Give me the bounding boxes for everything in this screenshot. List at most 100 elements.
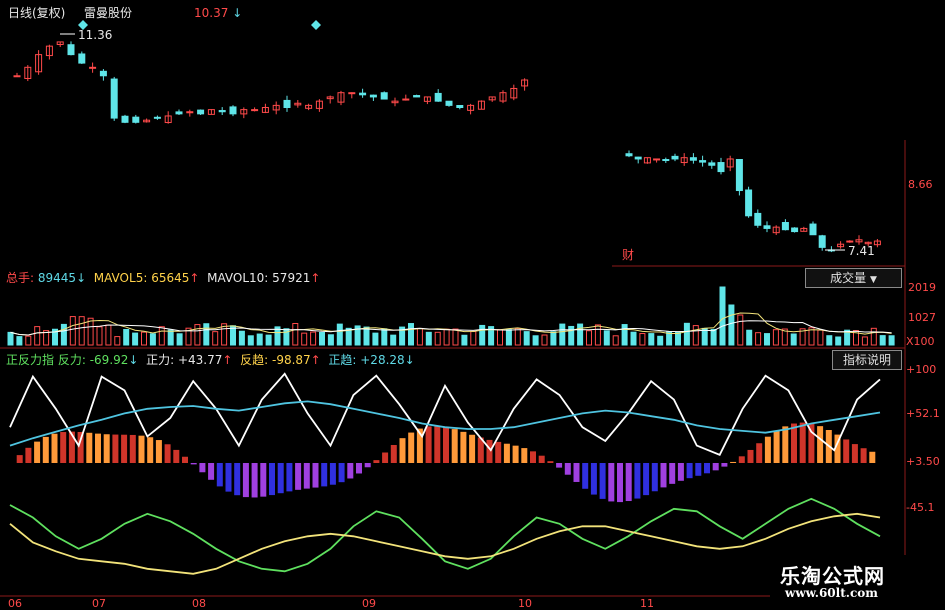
price-marker-label: 10.37 ↓ [194,6,243,20]
volume-bar [167,329,174,346]
histogram-bar [677,463,684,481]
volume-bar [425,331,432,346]
indicator-help-button[interactable]: 指标说明 [832,350,902,370]
volume-tick-label: 1027 [908,311,936,324]
candle-body [689,157,697,161]
candle-body [735,159,743,192]
histogram-bar [434,425,441,463]
histogram-bar [617,463,623,503]
volume-bar [319,332,325,346]
volume-bar [381,328,388,346]
histogram-bar [199,463,206,473]
volume-bar [132,332,139,346]
candle-body [369,94,377,98]
histogram-bar [225,463,232,492]
histogram-bar [704,463,710,474]
histogram-bar [573,463,580,482]
volume-bar [683,322,690,346]
histogram-bar [843,439,850,463]
candle-body [229,106,237,115]
date-tick-label: 11 [640,597,654,610]
histogram-bar [216,463,223,487]
histogram-bar [747,449,754,463]
histogram-bar [773,430,780,463]
candle-body [699,160,707,163]
histogram-bar [277,463,284,494]
candle-body [175,111,183,115]
histogram-bar [242,463,249,498]
candle-body [809,223,817,236]
histogram-bar [791,423,797,463]
histogram-bar [86,432,93,463]
candle-body [653,158,661,161]
volume-bar [746,329,753,346]
volume-bar [505,329,512,346]
histogram-bar [51,433,58,463]
volume-bar [336,323,343,346]
histogram-bar [564,463,571,475]
histogram-bar [234,463,241,496]
volume-bar [835,336,842,346]
histogram-bar [486,439,493,463]
histogram-bar [443,426,449,463]
volume-bar [363,326,370,346]
low-price-label: 7.41 [848,244,875,258]
volume-bar [568,325,575,346]
date-tick-label: 06 [8,597,22,610]
histogram-bar [730,461,737,463]
indicator-tick-label: +100 [906,363,937,376]
blank-area-mid-left [0,140,612,268]
histogram-bar [408,432,415,463]
candle-body [348,92,356,95]
histogram-bar [60,432,67,463]
volume-bar [888,335,895,346]
dropdown-triangle-icon: ▼ [869,275,877,285]
volume-unit-label: X100 [906,335,935,348]
up-arrow-icon: ↑ [189,271,200,285]
indicator-tick-label: -45.1 [906,501,935,514]
finance-marker[interactable]: 财 [622,248,634,262]
histogram-bar [738,456,745,463]
up-arrow-icon: ↑ [310,353,321,367]
histogram-bar [329,463,336,485]
high-price-label: 11.36 [78,28,113,42]
candle-body [67,44,75,56]
histogram-bar [364,463,371,468]
histogram-bar [634,463,641,499]
volume-bar [550,331,557,346]
volume-bar [7,331,14,346]
histogram-bar [512,445,519,463]
indicator-header: 正反力指 反力: -69.92↓ 正力: +43.77↑ 反趋: -98.87↑… [6,353,415,367]
candle-body [380,92,388,100]
candle-body [402,98,410,101]
watermark-url: www.60lt.com [785,586,878,600]
candle-body [791,227,799,233]
chart-title: 日线(复权) [8,6,66,20]
candle-body [153,116,161,119]
volume-bar [238,330,245,346]
histogram-bar [469,434,476,463]
candle-body [359,92,367,96]
indicator-select-dropdown[interactable]: 成交量 ▼ [805,268,902,288]
histogram-bar [764,436,771,463]
down-arrow-icon: ↓ [128,353,139,367]
histogram-bar [756,443,763,463]
histogram-bar [190,463,197,465]
candle-body [671,155,679,160]
price-tick-label: 8.66 [908,178,933,191]
volume-bar [701,327,708,346]
candle-body [251,109,259,112]
histogram-bar [260,463,267,497]
candle-body [662,159,670,162]
volume-bar [408,323,414,346]
histogram-bar [303,463,310,489]
histogram-bar [451,429,458,463]
volume-bar [879,335,886,346]
watermark-title: 乐淘公式网 [780,564,885,588]
candle-body [89,66,97,69]
volume-bar [372,332,379,346]
histogram-bar [34,441,41,463]
histogram-bar [721,463,728,467]
volume-bar [826,335,833,346]
histogram-bar [173,449,180,463]
